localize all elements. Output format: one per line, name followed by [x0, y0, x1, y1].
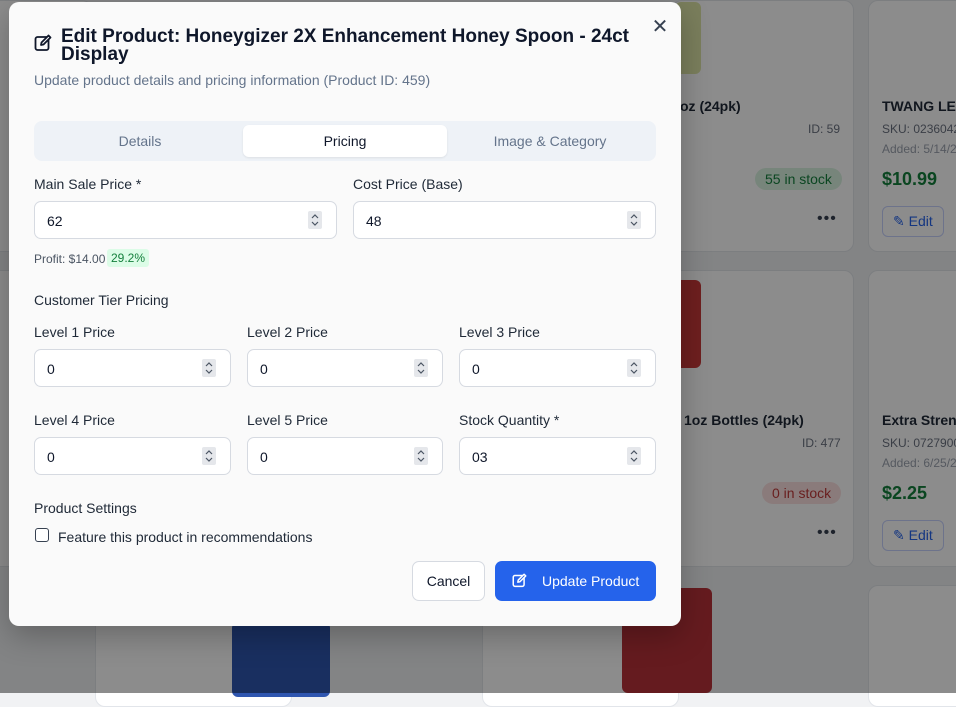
tab-details[interactable]: Details — [38, 125, 242, 157]
stepper-icon[interactable] — [627, 447, 641, 465]
stock-quantity-value: 03 — [472, 449, 488, 465]
tab-image-category[interactable]: Image & Category — [448, 125, 652, 157]
level-4-value: 0 — [47, 449, 55, 465]
cost-price-value: 48 — [366, 213, 382, 229]
level-2-input[interactable]: 0 — [247, 349, 443, 387]
main-sale-price-input[interactable]: 62 — [34, 201, 337, 239]
level-3-value: 0 — [472, 361, 480, 377]
stepper-icon[interactable] — [627, 359, 641, 377]
dialog-title: Edit Product: Honeygizer 2X Enhancement … — [61, 26, 629, 65]
cost-price-label: Cost Price (Base) — [353, 176, 463, 192]
level-5-value: 0 — [260, 449, 268, 465]
level-2-value: 0 — [260, 361, 268, 377]
cancel-button[interactable]: Cancel — [412, 561, 485, 601]
level-4-label: Level 4 Price — [34, 412, 115, 428]
cost-price-input[interactable]: 48 — [353, 201, 656, 239]
level-1-value: 0 — [47, 361, 55, 377]
close-icon[interactable]: ✕ — [649, 16, 671, 38]
product-settings-heading: Product Settings — [34, 500, 137, 516]
level-1-input[interactable]: 0 — [34, 349, 231, 387]
level-3-label: Level 3 Price — [459, 324, 540, 340]
feature-checkbox-label[interactable]: Feature this product in recommendations — [58, 529, 312, 545]
update-product-button[interactable]: Update Product — [495, 561, 656, 601]
stepper-icon[interactable] — [414, 359, 428, 377]
tier-pricing-heading: Customer Tier Pricing — [34, 292, 169, 308]
update-product-label: Update Product — [542, 573, 640, 589]
edit-icon — [34, 34, 52, 51]
profit-percent-badge: 29.2% — [107, 249, 150, 267]
edit-product-dialog: ✕ Edit Product: Honeygizer 2X Enhancemen… — [9, 2, 681, 626]
level-5-input[interactable]: 0 — [247, 437, 443, 475]
level-2-label: Level 2 Price — [247, 324, 328, 340]
profit-text: Profit: $14.00 — [34, 252, 106, 266]
stock-quantity-input[interactable]: 03 — [459, 437, 656, 475]
stepper-icon[interactable] — [202, 359, 216, 377]
stock-quantity-label: Stock Quantity * — [459, 412, 560, 428]
level-3-input[interactable]: 0 — [459, 349, 656, 387]
edit-icon — [512, 573, 527, 588]
stepper-icon[interactable] — [202, 447, 216, 465]
stepper-icon[interactable] — [414, 447, 428, 465]
level-1-label: Level 1 Price — [34, 324, 115, 340]
dialog-subtitle: Update product details and pricing infor… — [34, 72, 431, 88]
feature-checkbox[interactable] — [35, 528, 49, 542]
level-5-label: Level 5 Price — [247, 412, 328, 428]
level-4-input[interactable]: 0 — [34, 437, 231, 475]
main-sale-price-value: 62 — [47, 213, 63, 229]
tab-pricing[interactable]: Pricing — [243, 125, 447, 157]
stepper-icon[interactable] — [308, 211, 322, 229]
stepper-icon[interactable] — [627, 211, 641, 229]
tab-list: Details Pricing Image & Category — [34, 121, 656, 161]
main-sale-price-label: Main Sale Price * — [34, 176, 142, 192]
